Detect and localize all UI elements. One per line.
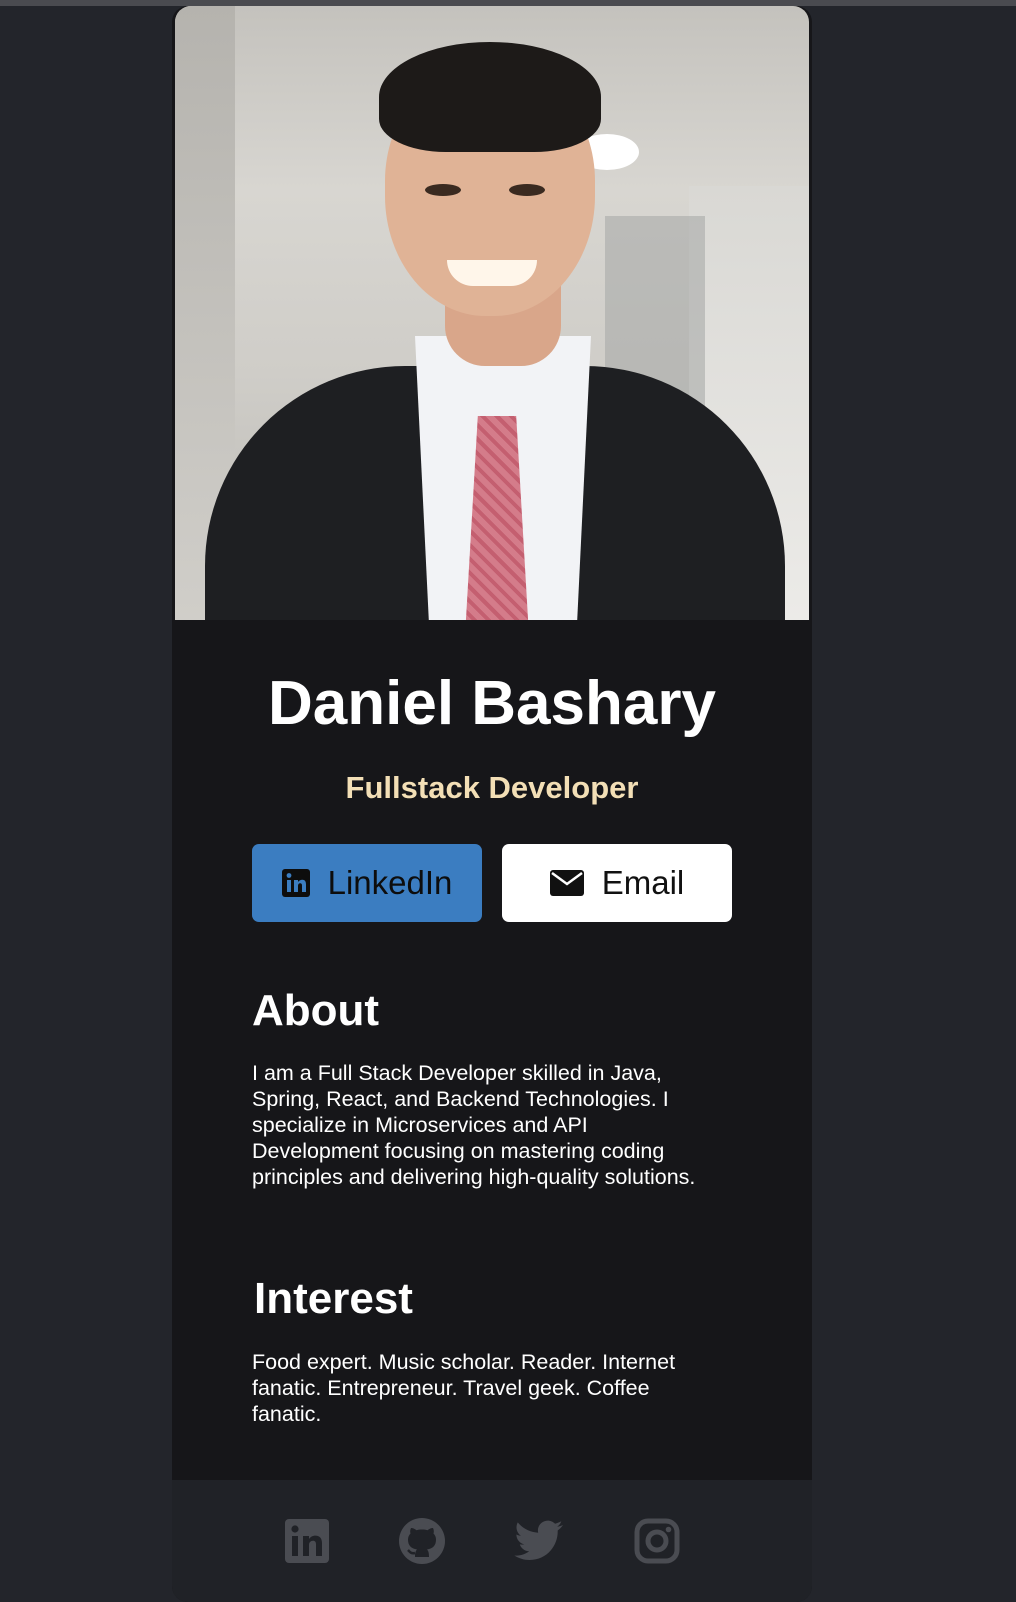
- email-button-label: Email: [601, 864, 685, 901]
- email-button[interactable]: Email: [502, 844, 732, 922]
- linkedin-icon: [281, 869, 310, 897]
- footer-instagram-icon[interactable]: [632, 1516, 682, 1566]
- envelope-icon: [549, 870, 584, 896]
- interest-heading: Interest: [254, 1274, 413, 1323]
- footer-linkedin-icon[interactable]: [282, 1516, 332, 1566]
- profile-title: Fullstack Developer: [345, 770, 639, 805]
- footer-twitter-icon[interactable]: [514, 1516, 564, 1566]
- profile-photo: [175, 6, 809, 620]
- about-heading: About: [252, 986, 380, 1035]
- linkedin-button-label: LinkedIn: [327, 864, 453, 901]
- linkedin-button[interactable]: LinkedIn: [252, 844, 482, 922]
- footer: [172, 1480, 812, 1602]
- interest-text: Food expert. Music scholar. Reader. Inte…: [252, 1350, 676, 1426]
- footer-github-icon[interactable]: [397, 1516, 447, 1566]
- profile-name: Daniel Bashary: [268, 669, 716, 738]
- profile-card: Daniel Bashary Fullstack Developer Linke…: [172, 6, 812, 1602]
- about-text: I am a Full Stack Developer skilled in J…: [252, 1061, 696, 1189]
